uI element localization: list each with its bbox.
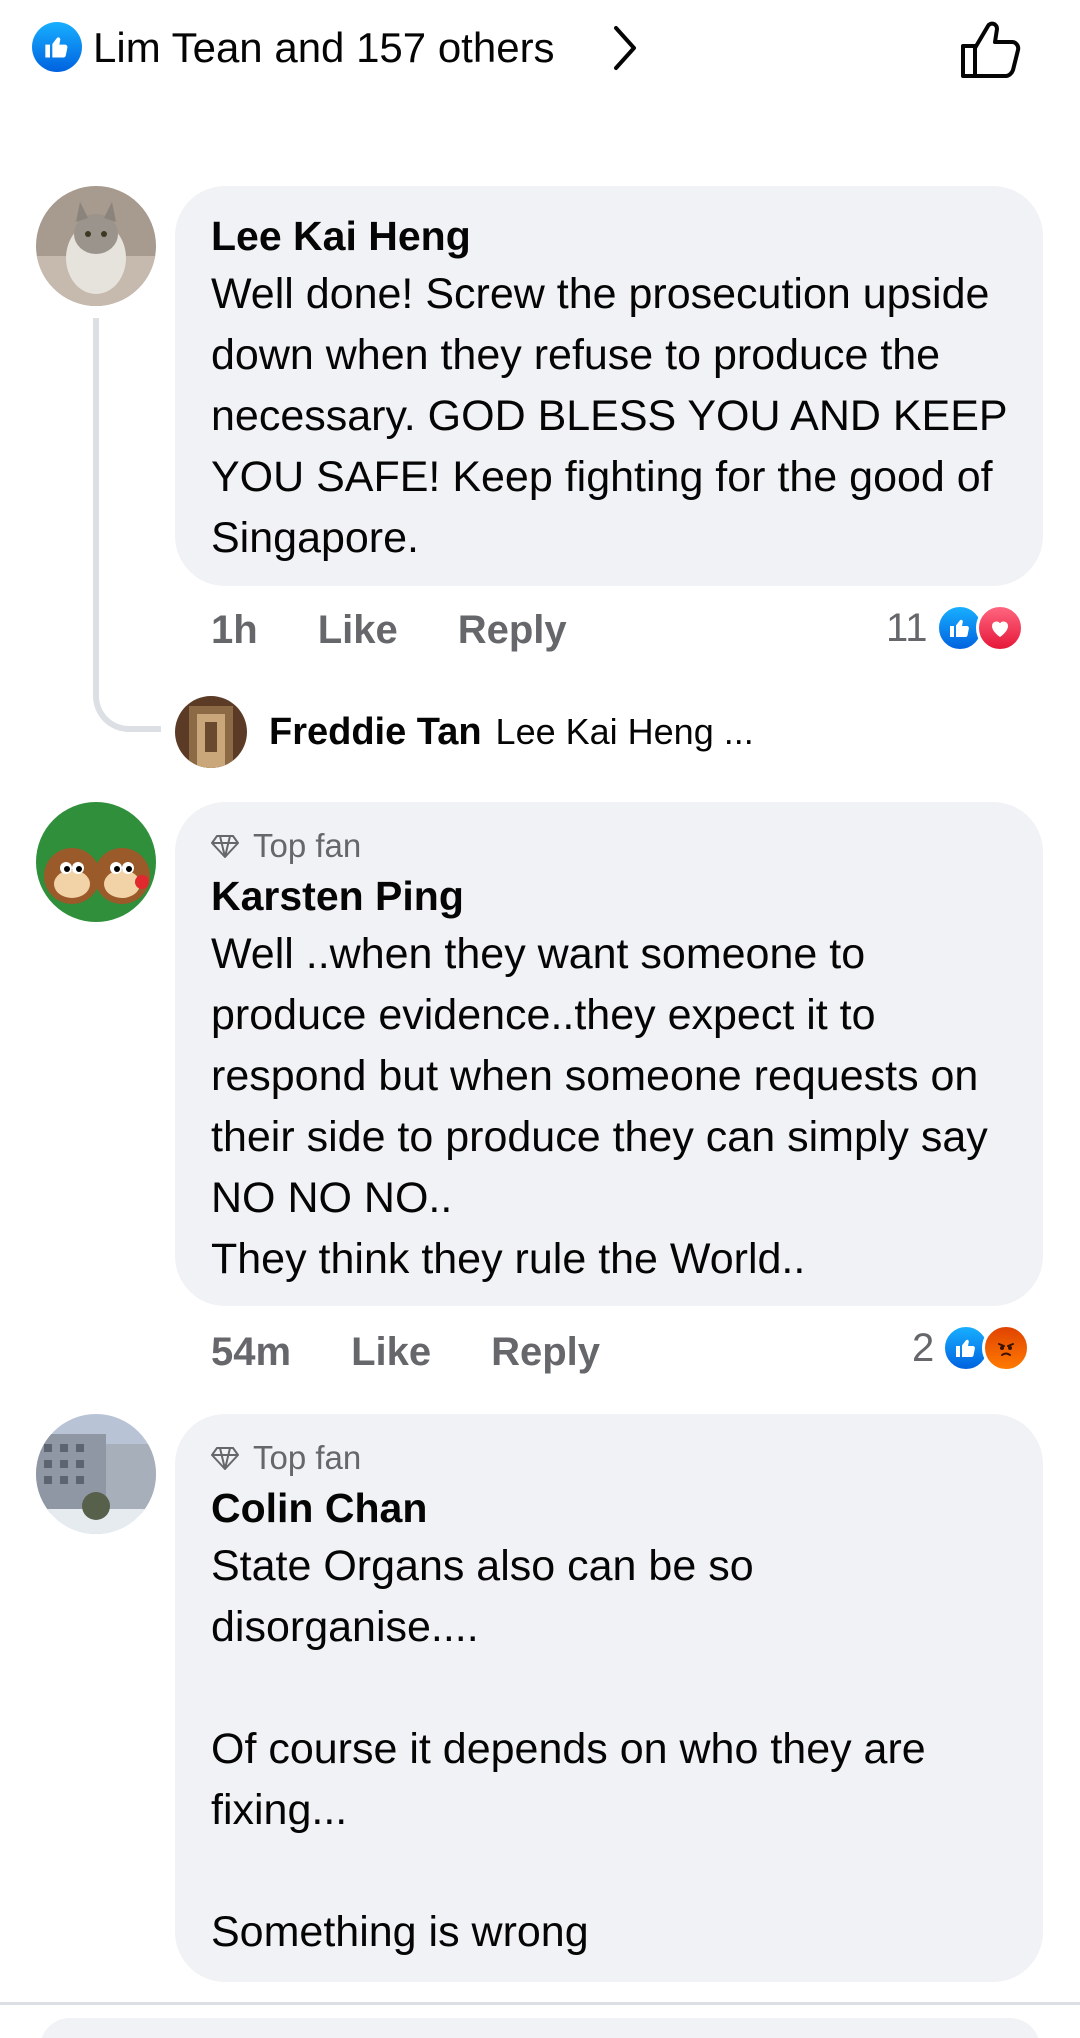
- reply-comment-button[interactable]: Reply: [491, 1330, 600, 1375]
- reply-author[interactable]: Freddie Tan: [269, 711, 482, 754]
- angry-reaction-icon: [982, 1324, 1031, 1372]
- comment-author[interactable]: Lee Kai Heng: [211, 208, 1007, 264]
- reaction-count: 2: [912, 1325, 935, 1370]
- comment-bubble[interactable]: Top fan Karsten Ping Well ..when they wa…: [175, 802, 1043, 1306]
- chevron-right-icon[interactable]: [610, 24, 640, 72]
- reactions-header: Lim Tean and 157 others: [0, 0, 1080, 100]
- like-comment-button[interactable]: Like: [318, 608, 398, 653]
- reply-preview-text: Lee Kai Heng ...: [495, 711, 754, 752]
- like-reaction-icon: [32, 22, 82, 72]
- comment-text: Well done! Screw the prosecution upside …: [211, 270, 1018, 562]
- avatar-karsten-ping[interactable]: [36, 802, 156, 922]
- top-fan-badge: Top fan: [211, 1436, 1007, 1480]
- comment-time: 54m: [211, 1329, 292, 1374]
- reactors-link-text[interactable]: Lim Tean and 157 others: [93, 20, 555, 76]
- like-button-icon[interactable]: [955, 14, 1025, 84]
- avatar-lee-kai-heng[interactable]: [36, 186, 156, 306]
- like-comment-button[interactable]: Like: [351, 1330, 431, 1375]
- top-fan-label: Top fan: [253, 827, 362, 864]
- comment-actions: 54m Like Reply: [211, 1322, 600, 1382]
- diamond-icon: [211, 835, 239, 858]
- comment-reactions[interactable]: 2: [912, 1318, 1031, 1378]
- comment-text: State Organs also can be so disorganise.…: [211, 1542, 926, 1956]
- love-reaction-icon: [975, 604, 1024, 652]
- comment-text: Well ..when they want someone to produce…: [211, 930, 988, 1283]
- avatar-freddie-tan[interactable]: [175, 696, 247, 768]
- comment-input-bar[interactable]: [40, 2018, 1040, 2038]
- reaction-count: 11: [886, 605, 928, 650]
- reply-preview[interactable]: Freddie Tan Lee Kai Heng ...: [175, 694, 754, 770]
- comment-author[interactable]: Colin Chan: [211, 1480, 1007, 1536]
- comment-reactions[interactable]: 11: [886, 598, 1024, 658]
- diamond-icon: [211, 1447, 239, 1470]
- comment-actions: 1h Like Reply: [211, 600, 567, 660]
- comment-time: 1h: [211, 607, 258, 652]
- avatar-colin-chan[interactable]: [36, 1414, 156, 1534]
- divider: [0, 2002, 1080, 2005]
- reply-thread-connector: [93, 318, 161, 732]
- comment-bubble[interactable]: Top fan Colin Chan State Organs also can…: [175, 1414, 1043, 1982]
- comment-bubble[interactable]: Lee Kai Heng Well done! Screw the prosec…: [175, 186, 1043, 586]
- reply-comment-button[interactable]: Reply: [458, 608, 567, 653]
- top-fan-badge: Top fan: [211, 824, 1007, 868]
- top-fan-label: Top fan: [253, 1439, 362, 1476]
- comment-author[interactable]: Karsten Ping: [211, 868, 1007, 924]
